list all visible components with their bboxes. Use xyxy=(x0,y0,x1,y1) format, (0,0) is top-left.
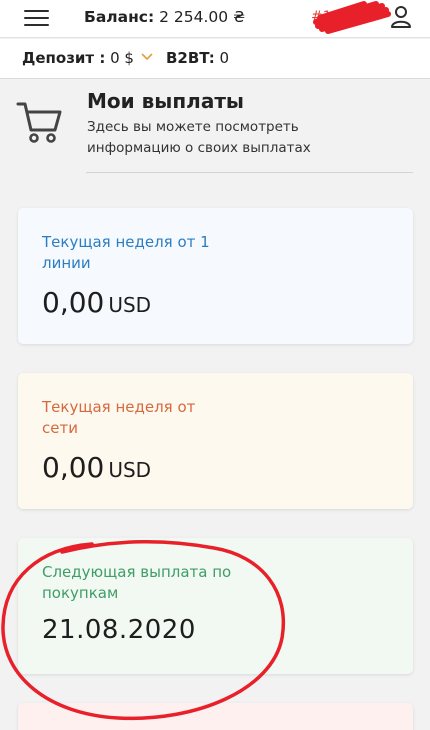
card-value: 0,00 USD xyxy=(42,286,151,319)
payout-card-next-payout: Следующая выплата по покупкам 21.08.2020 xyxy=(18,538,413,674)
payout-card-network: Текущая неделя от сети 0,00 USD xyxy=(18,373,413,509)
card-unit: USD xyxy=(108,293,152,317)
card-label: Следующая выплата по покупкам xyxy=(42,563,232,602)
page-title: Мои выплаты xyxy=(87,89,245,113)
card-unit: USD xyxy=(108,458,152,482)
card-label: Текущая неделя от сети xyxy=(42,398,196,437)
deposit-value: 0 $ xyxy=(110,49,134,67)
chevron-down-icon[interactable] xyxy=(141,53,153,61)
b2bt-balance: B2BT: 0 xyxy=(166,49,229,67)
balance: Баланс: 2 254.00 ₴ xyxy=(84,8,245,26)
card-amount: 0,00 xyxy=(42,286,105,319)
balance-label: Баланс: xyxy=(84,8,155,26)
divider xyxy=(86,172,413,173)
card-label: Текущая неделя от 1 линии xyxy=(42,233,210,272)
account-bar: Депозит : 0 $ B2BT: 0 xyxy=(0,39,430,79)
user-icon[interactable] xyxy=(390,5,412,29)
card-amount: 0,00 xyxy=(42,451,105,484)
top-bar: Баланс: 2 254.00 ₴ #1 xyxy=(0,0,430,38)
redaction-scribble xyxy=(313,1,391,34)
hamburger-menu-icon[interactable] xyxy=(24,10,49,27)
card-value: 21.08.2020 xyxy=(42,615,196,645)
payout-card-first-line: Текущая неделя от 1 линии 0,00 USD xyxy=(18,208,413,344)
b2bt-value: 0 xyxy=(219,49,230,67)
card-value: 0,00 USD xyxy=(42,451,151,484)
page-description: Здесь вы можете посмотреть информацию о … xyxy=(87,119,311,156)
deposit-label: Депозит : xyxy=(22,49,106,67)
b2bt-label: B2BT: xyxy=(166,49,215,67)
payout-card-partial xyxy=(18,703,413,730)
shopping-cart-icon xyxy=(16,102,62,143)
balance-value: 2 254.00 ₴ xyxy=(159,8,246,26)
deposit-dropdown[interactable]: Депозит : 0 $ xyxy=(22,49,134,67)
